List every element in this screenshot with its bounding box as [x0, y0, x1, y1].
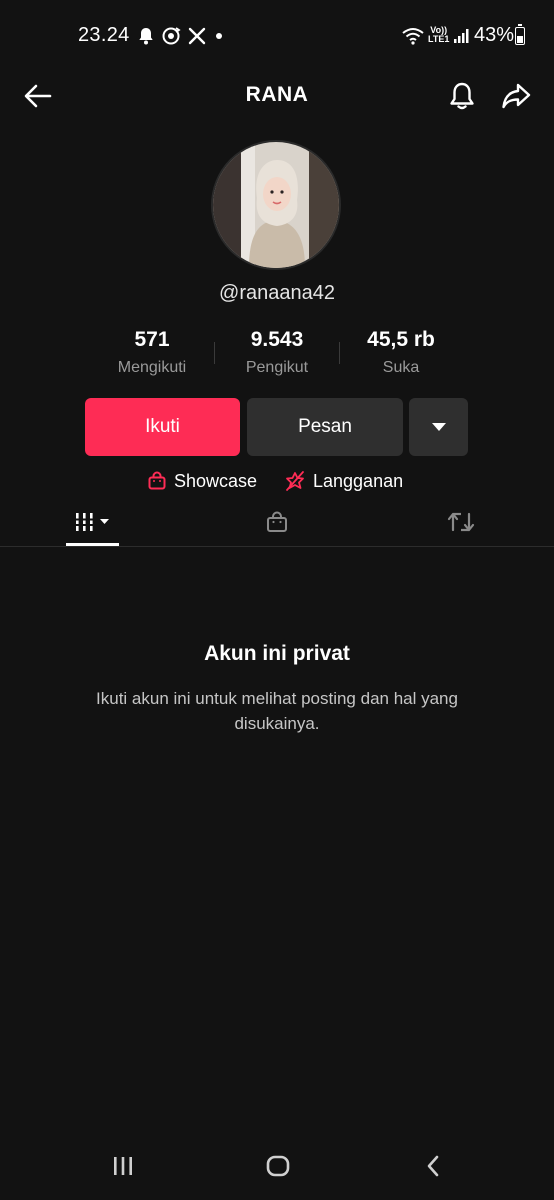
notification-bell-button[interactable] [440, 74, 484, 118]
follow-button[interactable]: Ikuti [85, 398, 240, 456]
private-account-title: Akun ini privat [204, 642, 350, 665]
back-icon [427, 1155, 439, 1177]
username: @ranaana42 [219, 282, 335, 304]
volte-indicator: Vo)) LTE1 [428, 25, 450, 44]
grid-icon [73, 513, 109, 531]
battery-level [517, 36, 523, 43]
subscription-label: Langganan [313, 470, 404, 491]
showcase-label: Showcase [174, 470, 258, 491]
avatar[interactable] [211, 140, 341, 270]
stat-value: 9.543 [250, 328, 304, 351]
home-icon [266, 1155, 290, 1177]
recents-icon [114, 1157, 132, 1175]
system-back-button[interactable] [411, 1146, 455, 1186]
tab-shop[interactable] [255, 500, 299, 544]
notification-dot [216, 33, 222, 39]
x-logo-icon [186, 24, 208, 48]
stat-value: 45,5 rb [367, 328, 435, 351]
private-account-description: Ikuti akun ini untuk melihat posting dan… [96, 689, 458, 733]
tab-reposts[interactable] [439, 500, 483, 544]
sync-icon [160, 24, 182, 48]
showcase-link[interactable]: Showcase [147, 468, 257, 494]
message-button[interactable]: Pesan [247, 398, 403, 456]
recents-button[interactable] [101, 1146, 145, 1186]
battery-icon [515, 24, 525, 45]
stat-label: Suka [382, 359, 420, 376]
stat-likes[interactable]: 45,5 rb Suka [336, 328, 466, 377]
shopping-bag-icon [267, 511, 287, 532]
wifi-icon [400, 24, 426, 48]
profile-photo [213, 142, 339, 268]
triangle-down-icon [431, 423, 446, 431]
stat-following[interactable]: 571 Mengikuti [87, 328, 217, 377]
shopping-bag-icon [148, 471, 166, 490]
signal-icon [452, 24, 470, 48]
subscription-icon [286, 471, 304, 491]
share-icon [502, 83, 531, 109]
stat-label: Pengikut [245, 359, 309, 376]
battery-percent: 43% [474, 24, 515, 46]
stat-followers[interactable]: 9.543 Pengikut [212, 328, 342, 377]
repost-icon [447, 512, 475, 532]
status-bar: 23.24 Vo)) LTE1 43% [0, 0, 554, 72]
home-button[interactable] [256, 1146, 300, 1186]
profile-screen: 23.24 Vo)) LTE1 43% RANA @ranaana42 571 … [0, 0, 554, 1200]
stat-value: 571 [134, 328, 170, 351]
more-options-button[interactable] [409, 398, 468, 456]
bell-icon [450, 82, 474, 110]
tab-videos[interactable] [66, 500, 119, 544]
status-time: 23.24 [78, 24, 130, 46]
subscription-link[interactable]: Langganan [284, 468, 403, 494]
tab-divider [0, 546, 554, 547]
stat-label: Mengikuti [117, 359, 187, 376]
share-button[interactable] [494, 74, 538, 118]
bell-icon [136, 24, 156, 48]
